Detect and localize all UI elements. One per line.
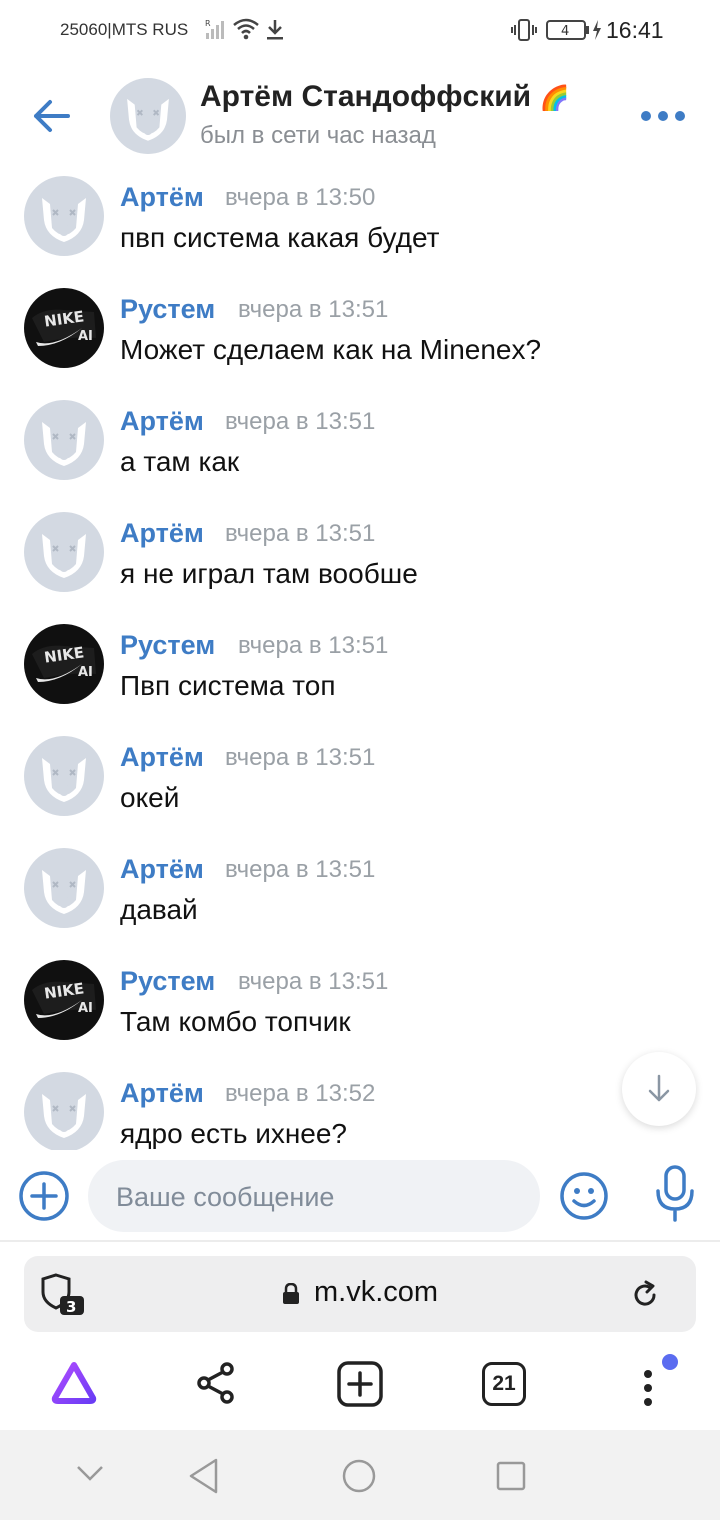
message-time: вчера в 13:52 xyxy=(225,1080,376,1107)
url-text: m.vk.com xyxy=(314,1276,439,1308)
message-text: ядро есть ихнее? xyxy=(120,1118,348,1149)
lock-icon xyxy=(283,1283,299,1304)
message-author[interactable]: Артём xyxy=(120,406,204,437)
alice-assistant-icon[interactable] xyxy=(50,1360,98,1406)
signal-icon: R xyxy=(205,19,224,39)
attach-plus-icon[interactable] xyxy=(18,1170,70,1222)
message-text: а там как xyxy=(120,446,240,477)
arrow-down-icon xyxy=(648,1074,670,1102)
more-options-icon[interactable] xyxy=(638,106,688,126)
microphone-icon[interactable] xyxy=(652,1164,698,1224)
contact-name-text: Артём Стандоффский xyxy=(200,80,532,113)
hide-keyboard-chevron-icon[interactable] xyxy=(74,1462,106,1484)
clock: 16:41 xyxy=(606,17,664,43)
message-time: вчера в 13:50 xyxy=(225,184,376,211)
message-list[interactable]: Артём вчера в 13:50 пвп система какая буде… xyxy=(0,170,720,1150)
message-author[interactable]: Рустем xyxy=(120,630,215,661)
emoji-smile-icon[interactable] xyxy=(558,1170,610,1222)
nike-photo-avatar-icon[interactable]: NIKEAI xyxy=(24,960,104,1040)
default-dog-avatar-icon[interactable] xyxy=(24,736,104,816)
shield-count: 3 xyxy=(66,1298,76,1316)
message-time: вчера в 13:51 xyxy=(225,744,376,771)
last-seen-status: был в сети час назад xyxy=(200,122,436,149)
rainbow-emoji: 🌈 xyxy=(539,85,570,112)
message-text: Может сделаем как на Minenex? xyxy=(120,334,542,365)
svg-text:AI: AI xyxy=(78,665,93,680)
message-row[interactable]: Артём вчера в 13:51 окей xyxy=(0,734,720,846)
default-dog-avatar-icon[interactable] xyxy=(24,176,104,256)
protect-shield-button[interactable]: 3 xyxy=(40,1272,86,1316)
message-author[interactable]: Артём xyxy=(120,1078,204,1109)
message-author[interactable]: Артём xyxy=(120,518,204,549)
message-author[interactable]: Артём xyxy=(120,182,204,213)
kebab-menu-icon[interactable] xyxy=(636,1366,660,1412)
message-time: вчера в 13:51 xyxy=(238,968,389,995)
nike-photo-avatar-icon[interactable]: NIKEAI xyxy=(24,624,104,704)
svg-text:R: R xyxy=(205,19,211,28)
message-row[interactable]: Артём вчера в 13:51 а там как xyxy=(0,398,720,510)
message-row[interactable]: Артём вчера в 13:52 ядро есть ихнее? xyxy=(0,1070,720,1150)
nike-photo-avatar-icon[interactable]: NIKEAI xyxy=(24,288,104,368)
nav-recents-icon[interactable] xyxy=(494,1459,528,1493)
tabs-count-button[interactable]: 21 xyxy=(482,1362,526,1406)
message-input[interactable]: Ваше сообщение xyxy=(88,1160,540,1232)
message-row[interactable]: NIKE AI Рустем вчера в 13:51 Может сделаем к… xyxy=(0,286,720,398)
message-text: пвп система какая будет xyxy=(120,222,440,253)
wifi-icon xyxy=(233,18,259,40)
message-text: я не играл там вообше xyxy=(120,558,418,589)
default-dog-avatar-icon[interactable] xyxy=(24,1072,104,1150)
browser-address-bar[interactable]: 3 m.vk.com xyxy=(24,1256,696,1332)
charging-icon xyxy=(593,20,601,40)
message-text: давай xyxy=(120,894,198,925)
message-time: вчера в 13:51 xyxy=(238,296,389,323)
scroll-to-bottom-button[interactable] xyxy=(622,1052,696,1126)
svg-text:AI: AI xyxy=(78,1001,93,1016)
download-icon xyxy=(267,20,283,40)
battery-icon: 4 xyxy=(546,20,590,40)
divider xyxy=(0,1240,720,1242)
message-author[interactable]: Рустем xyxy=(120,294,215,325)
reload-icon[interactable] xyxy=(630,1280,660,1310)
message-row[interactable]: NIKE AI Рустем вчера в 13:51 Пвп система топ xyxy=(0,622,720,734)
shield-icon: 3 xyxy=(41,1273,84,1316)
message-time: вчера в 13:51 xyxy=(238,632,389,659)
default-dog-avatar-icon[interactable] xyxy=(24,848,104,928)
screen: 25060|MTS RUS R 4 16:41 Артём Стандоффск… xyxy=(0,0,720,1520)
message-time: вчера в 13:51 xyxy=(225,520,376,547)
svg-text:AI: AI xyxy=(78,329,93,344)
nav-home-icon[interactable] xyxy=(340,1457,378,1495)
default-dog-avatar-icon[interactable] xyxy=(24,512,104,592)
message-author[interactable]: Артём xyxy=(120,742,204,773)
browser-toolbar: 21 xyxy=(0,1340,720,1430)
nav-back-icon[interactable] xyxy=(186,1456,222,1496)
new-tab-plus-icon[interactable] xyxy=(336,1360,384,1408)
default-dog-avatar-icon[interactable] xyxy=(24,400,104,480)
message-row[interactable]: NIKE AI Рустем вчера в 13:51 Там комбо топчи… xyxy=(0,958,720,1070)
message-text: Там комбо топчик xyxy=(120,1006,351,1037)
message-author[interactable]: Рустем xyxy=(120,966,215,997)
message-time: вчера в 13:51 xyxy=(225,856,376,883)
message-row[interactable]: Артём вчера в 13:50 пвп система какая буде… xyxy=(0,174,720,286)
vibrate-icon xyxy=(511,19,537,41)
contact-name[interactable]: Артём Стандоффский 🌈 xyxy=(200,80,569,114)
message-row[interactable]: Артём вчера в 13:51 я не играл там вообше xyxy=(0,510,720,622)
message-composer: Ваше сообщение xyxy=(0,1150,720,1240)
message-author[interactable]: Артём xyxy=(120,854,204,885)
system-navigation-bar xyxy=(0,1430,720,1520)
message-row[interactable]: Артём вчера в 13:51 давай xyxy=(0,846,720,958)
message-text: Пвп система топ xyxy=(120,670,336,701)
notification-dot xyxy=(662,1354,678,1370)
carrier-label: 25060|MTS RUS xyxy=(60,20,189,39)
message-input-placeholder: Ваше сообщение xyxy=(116,1182,335,1212)
message-text: окей xyxy=(120,782,180,813)
chat-header: Артём Стандоффский 🌈 был в сети час наза… xyxy=(0,62,720,170)
back-arrow-icon[interactable] xyxy=(28,94,76,138)
status-bar: 25060|MTS RUS R 4 16:41 xyxy=(0,0,720,62)
battery-level: 4 xyxy=(561,24,569,39)
share-icon[interactable] xyxy=(194,1360,238,1406)
message-time: вчера в 13:51 xyxy=(225,408,376,435)
avatar[interactable] xyxy=(110,78,186,154)
